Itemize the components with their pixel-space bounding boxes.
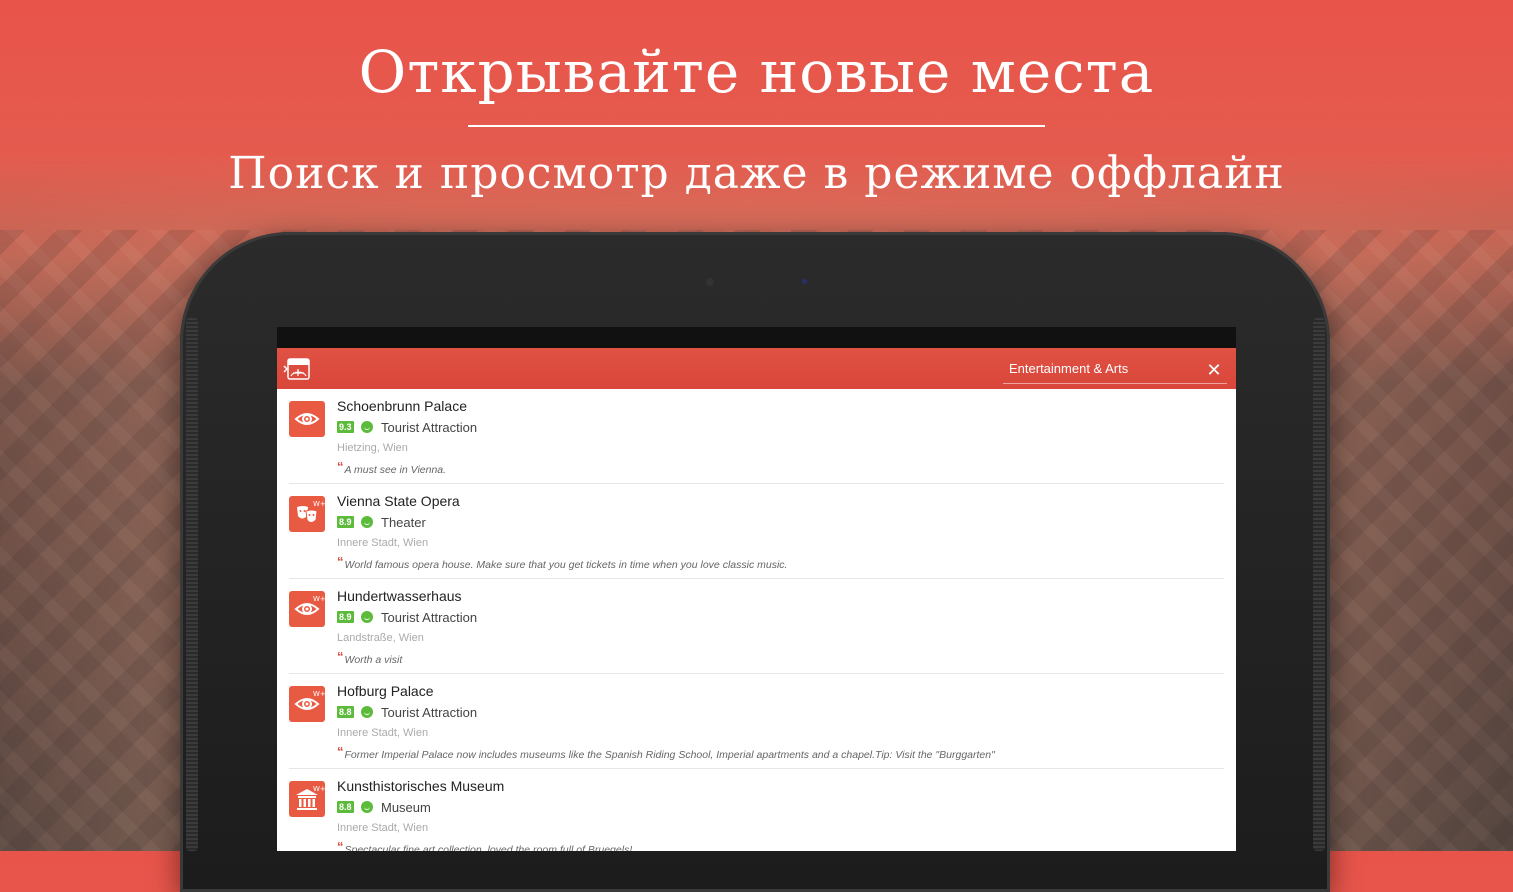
wplus-badge: W+ (313, 500, 326, 508)
place-category: Tourist Attraction (381, 420, 478, 435)
promo-divider (468, 125, 1045, 127)
list-item[interactable]: Schoenbrunn Palace 9.3 Tourist Attraction H… (289, 389, 1224, 484)
quote-mark-icon: “ (337, 744, 344, 759)
place-location: Innere Stadt, Wien (337, 537, 429, 549)
place-location: Innere Stadt, Wien (337, 727, 429, 739)
place-tip: “A must see in Vienna. (337, 459, 447, 476)
tablet-speaker-left (186, 318, 198, 851)
app-bar: Entertainment & Arts ✕ (277, 348, 1236, 389)
place-tip-text: World famous opera house. Make sure that… (344, 559, 788, 571)
smiley-icon (361, 611, 373, 623)
rating-badge: 8.9 (337, 611, 354, 623)
quote-mark-icon: “ (337, 459, 344, 474)
place-name[interactable]: Vienna State Opera (337, 493, 460, 509)
smiley-icon (361, 706, 373, 718)
place-name[interactable]: Hundertwasserhaus (337, 588, 462, 604)
place-name[interactable]: Kunsthistorisches Museum (337, 778, 504, 794)
close-icon[interactable]: ✕ (1205, 361, 1223, 379)
promo-subtitle: Поиск и просмотр даже в режиме оффлайн (228, 148, 1285, 199)
place-category: Tourist Attraction (381, 610, 478, 625)
theater-masks-icon: W+ (289, 496, 326, 532)
museum-icon: W+ (289, 781, 326, 817)
place-name[interactable]: Schoenbrunn Palace (337, 398, 467, 414)
place-name[interactable]: Hofburg Palace (337, 683, 434, 699)
list-item[interactable]: W+ Kunsthistorisches Museum 8.8 Museum Inner… (289, 769, 1224, 851)
smiley-icon (361, 516, 373, 528)
place-tip: “Worth a visit (337, 649, 403, 666)
list-item[interactable]: W+ Hundertwasserhaus 8.9 Tourist Attraction… (289, 579, 1224, 674)
tablet-screen: Entertainment & Arts ✕ Schoenbrunn Palac… (277, 327, 1236, 851)
place-category: Museum (381, 800, 431, 815)
place-tip: “Former Imperial Palace now includes mus… (337, 744, 995, 761)
wplus-badge: W+ (313, 690, 326, 698)
place-location: Hietzing, Wien (337, 442, 408, 454)
place-tip: “Spectacular fine art collection, loved … (337, 839, 633, 851)
rating-badge: 8.9 (337, 516, 354, 528)
eye-icon: W+ (289, 686, 326, 722)
wplus-badge: W+ (313, 595, 326, 603)
place-tip-text: Former Imperial Palace now includes muse… (344, 749, 995, 761)
tablet-camera (706, 278, 714, 286)
eye-icon: W+ (289, 591, 326, 627)
app-logo-back-icon[interactable] (283, 357, 311, 381)
wplus-badge: W+ (313, 785, 326, 793)
quote-mark-icon: “ (337, 839, 344, 851)
rating-badge: 9.3 (337, 421, 354, 433)
smiley-icon (361, 421, 373, 433)
quote-mark-icon: “ (337, 649, 344, 664)
place-location: Innere Stadt, Wien (337, 822, 429, 834)
status-bar (277, 327, 1236, 348)
place-category: Theater (381, 515, 426, 530)
quote-mark-icon: “ (337, 554, 344, 569)
place-location: Landstraße, Wien (337, 632, 424, 644)
search-value[interactable]: Entertainment & Arts (1009, 361, 1128, 376)
search-field[interactable]: Entertainment & Arts ✕ (1003, 357, 1227, 384)
tablet-sensor (802, 279, 807, 284)
place-tip-text: Worth a visit (344, 654, 403, 666)
place-category: Tourist Attraction (381, 705, 478, 720)
list-item[interactable]: W+ Hofburg Palace 8.8 Tourist Attraction Inn… (289, 674, 1224, 769)
tablet-speaker-right (1313, 318, 1325, 851)
promo-title: Открывайте новые места (358, 38, 1155, 106)
eye-icon (289, 401, 325, 437)
places-list: Schoenbrunn Palace 9.3 Tourist Attraction H… (277, 389, 1236, 851)
place-tip-text: A must see in Vienna. (344, 464, 447, 476)
rating-badge: 8.8 (337, 706, 354, 718)
rating-badge: 8.8 (337, 801, 354, 813)
list-item[interactable]: W+ Vienna State Opera 8.9 Theater Innere Sta… (289, 484, 1224, 579)
place-tip: “World famous opera house. Make sure tha… (337, 554, 788, 571)
place-tip-text: Spectacular fine art collection, loved t… (344, 844, 633, 851)
smiley-icon (361, 801, 373, 813)
